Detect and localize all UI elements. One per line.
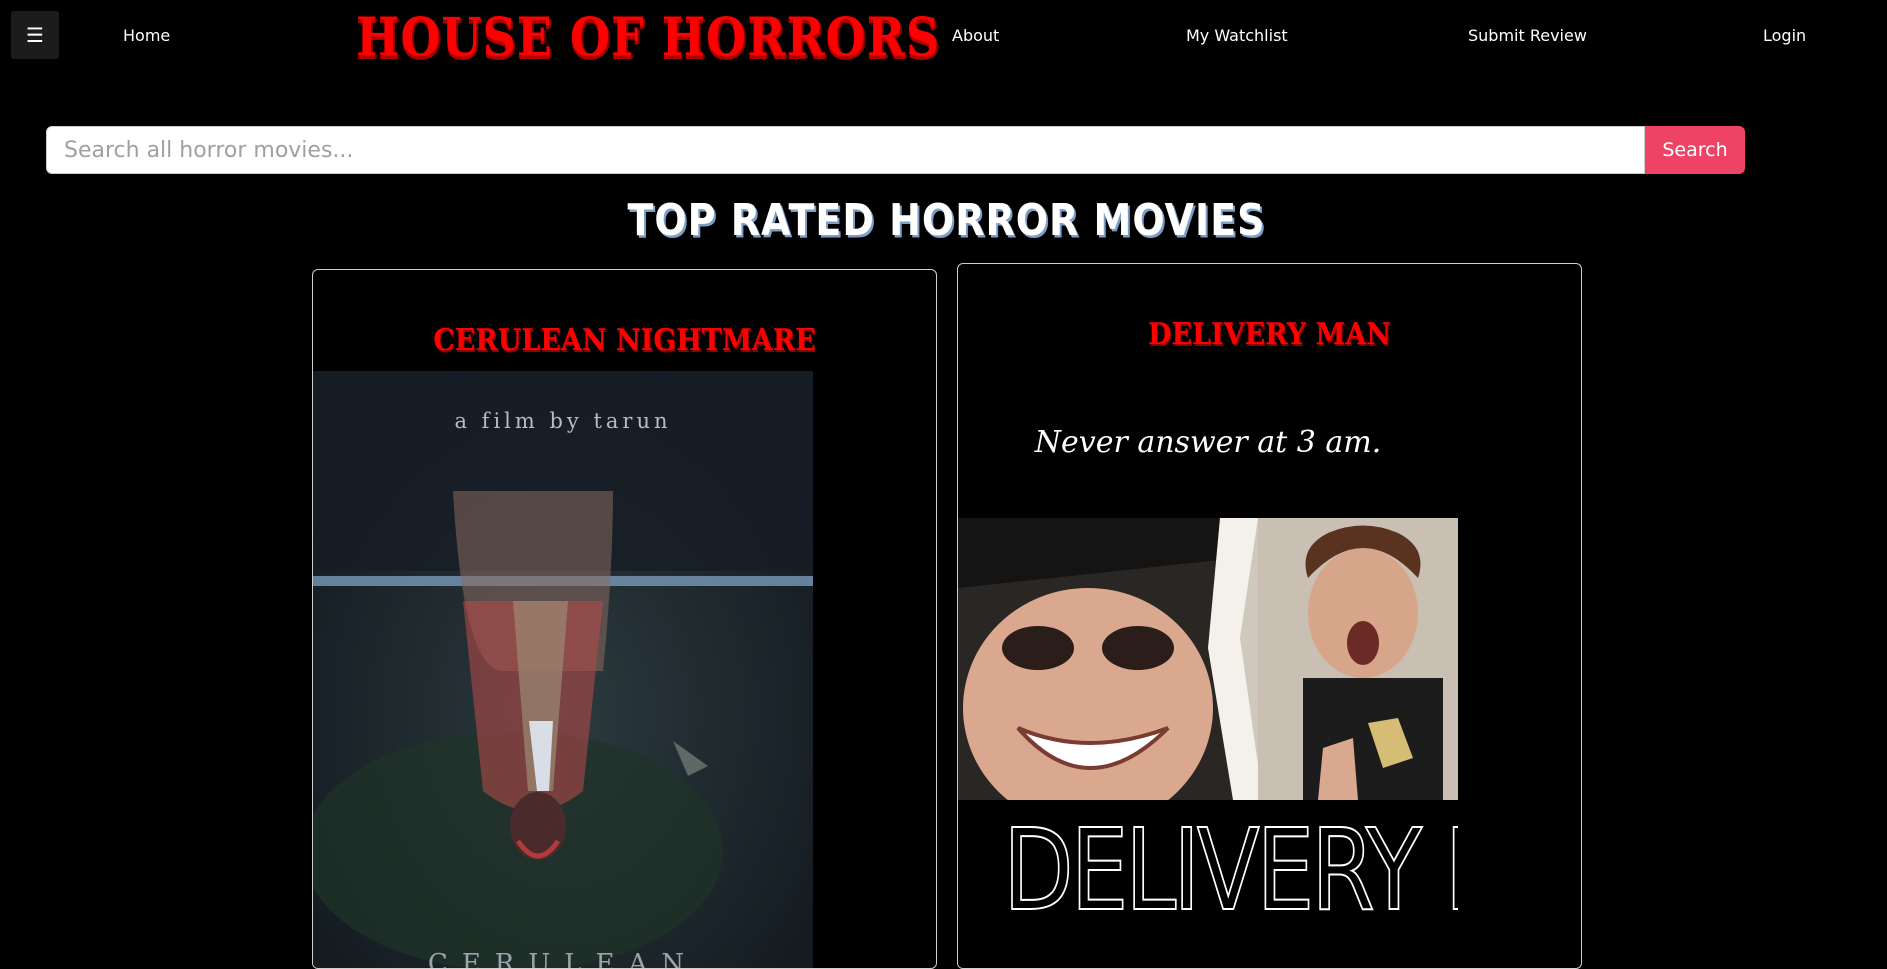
hamburger-menu-button[interactable]: ☰ [11,11,59,59]
poster-artwork [313,371,813,968]
poster-photo [958,518,1458,800]
nav-home-link[interactable]: Home [123,26,170,45]
poster-big-title: DELIVERY MAN [1002,806,1458,936]
movie-poster[interactable]: Never answer at 3 am. DELIVERY MAN [958,365,1458,968]
movie-poster[interactable]: a film by tarun CERULEAN [313,371,813,969]
top-navbar: ☰ Home HOUSE OF HORRORS About My Watchli… [0,0,1887,72]
movie-card[interactable]: CERULEAN NIGHTMARE a film by tarun CERUL… [312,269,937,969]
search-input[interactable] [46,126,1645,174]
poster-credit-text: a film by tarun [454,409,672,433]
search-button[interactable]: Search [1645,126,1745,174]
movie-card[interactable]: DELIVERY MAN Never answer at 3 am. DELIV… [957,263,1582,969]
nav-watchlist-link[interactable]: My Watchlist [1186,26,1288,45]
section-title: TOP RATED HORROR MOVIES [627,194,1266,246]
site-logo[interactable]: HOUSE OF HORRORS [356,6,940,68]
movie-title[interactable]: DELIVERY MAN [958,317,1581,351]
search-bar: Search [46,126,1745,174]
nav-login-link[interactable]: Login [1763,26,1806,45]
poster-bottom-text: CERULEAN [427,949,699,969]
movie-title[interactable]: CERULEAN NIGHTMARE [313,323,936,357]
hamburger-icon: ☰ [26,23,44,47]
nav-about-link[interactable]: About [952,26,999,45]
nav-submit-review-link[interactable]: Submit Review [1468,26,1587,45]
poster-tagline: Never answer at 3 am. [1034,425,1382,460]
